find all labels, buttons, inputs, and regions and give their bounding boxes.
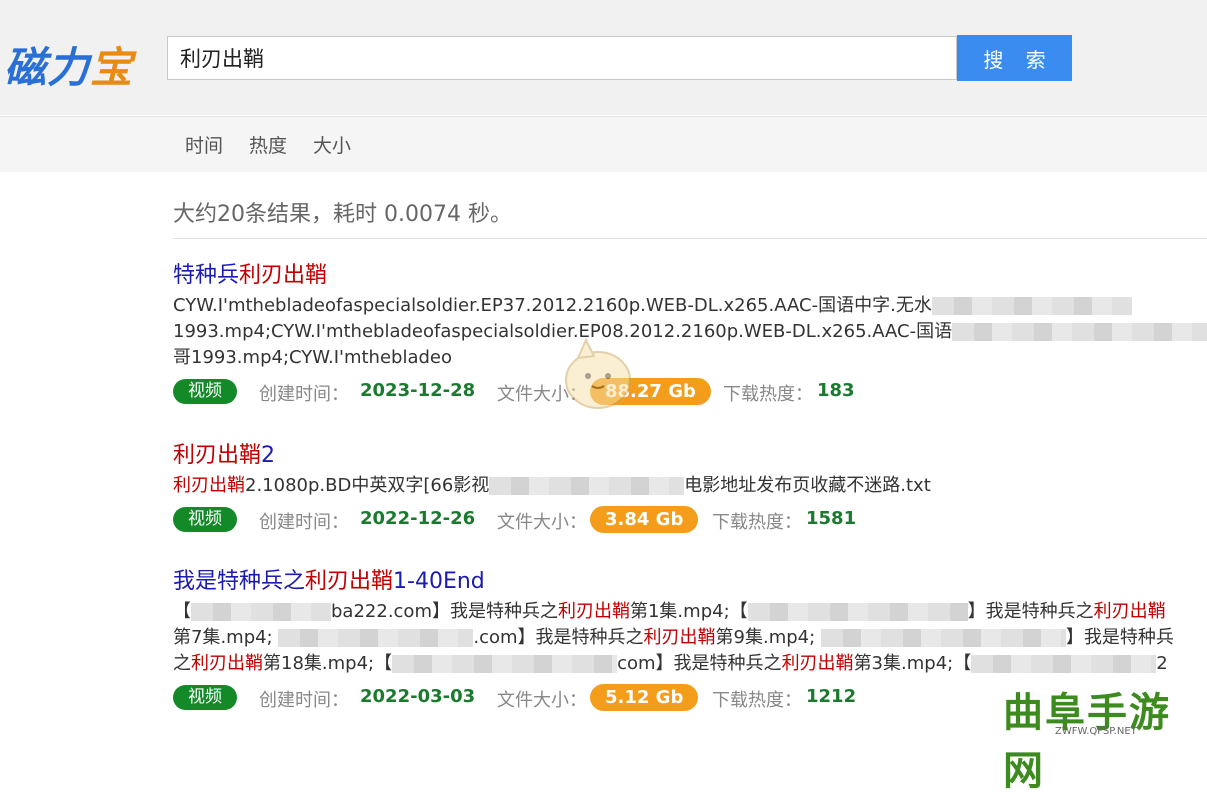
- search-button[interactable]: 搜 索: [957, 35, 1072, 81]
- result-title[interactable]: 特种兵利刃出鞘: [173, 261, 1207, 291]
- created-label: 创建时间：: [259, 384, 349, 405]
- title-prefix: 我是特种兵之: [173, 569, 306, 594]
- heat-value: 183: [817, 380, 855, 401]
- heat-label: 下载热度：: [712, 512, 802, 533]
- desc-text: 2.1080p.BD中英双字[66影视: [245, 475, 490, 496]
- sort-by-time[interactable]: 时间: [185, 131, 223, 158]
- category-badge[interactable]: 视频: [173, 379, 237, 404]
- desc-line: CYW.I'mthebladeofaspecialsoldier.EP37.20…: [173, 295, 932, 316]
- created-date: 2023-12-28: [360, 380, 476, 401]
- desc-text: 2: [1156, 653, 1168, 674]
- result-meta: 视频 创建时间： 2023-12-28 文件大小： 88.27 Gb 下载热度：…: [173, 377, 1207, 407]
- redacted-block: [820, 629, 1066, 647]
- desc-text: 【: [173, 601, 191, 622]
- desc-text: .com】我是特种兵之: [473, 627, 644, 648]
- desc-line: 哥1993.mp4;CYW.I'mthebladeo: [173, 347, 453, 368]
- desc-highlight: 利刃出鞘: [173, 475, 245, 496]
- desc-text: 第3集.mp4;【: [853, 653, 972, 674]
- desc-highlight: 利刃出鞘: [557, 601, 630, 622]
- size-label: 文件大小：: [497, 690, 587, 711]
- title-prefix: 特种兵: [173, 263, 240, 288]
- file-size-badge: 5.12 Gb: [590, 684, 699, 711]
- logo-text-part1: 磁力: [4, 43, 91, 92]
- redacted-block: [747, 603, 968, 621]
- desc-text: 电影地址发布页收藏不迷路.txt: [684, 475, 931, 496]
- desc-text: 第18集.mp4;【: [263, 653, 393, 674]
- result-meta: 视频 创建时间： 2022-12-26 文件大小： 3.84 Gb 下载热度： …: [173, 505, 1207, 535]
- title-highlight: 利刃出鞘: [239, 263, 328, 288]
- result-summary: 大约20条结果，耗时 0.0074 秒。: [173, 202, 512, 227]
- redacted-block: [278, 629, 474, 647]
- watermark-url: ZWFW.QFSP.NET: [1055, 726, 1137, 737]
- result-item: 利刃出鞘2 利刃出鞘2.1080p.BD中英双字[66影视 电影地址发布页收藏不迷…: [173, 441, 1207, 535]
- sort-bar: 时间 热度 大小: [0, 116, 1207, 172]
- result-title[interactable]: 我是特种兵之利刃出鞘1-40End: [173, 567, 1207, 597]
- desc-text: 】我是特种兵: [1065, 627, 1174, 648]
- redacted-block: [489, 477, 685, 495]
- redacted-block: [971, 655, 1157, 673]
- desc-text: ba222.com】我是特种兵之: [331, 601, 558, 622]
- watermark-logo: 曲阜手游网: [1003, 690, 1171, 794]
- result-item: 特种兵利刃出鞘 CYW.I'mthebladeofaspecialsoldier…: [173, 261, 1207, 407]
- category-badge[interactable]: 视频: [173, 685, 237, 710]
- search-input[interactable]: [167, 36, 957, 80]
- redacted-block: [952, 323, 1207, 341]
- redacted-block: [392, 655, 618, 673]
- desc-text: 第1集.mp4;【: [629, 601, 748, 622]
- category-badge[interactable]: 视频: [173, 507, 237, 532]
- result-title[interactable]: 利刃出鞘2: [173, 441, 1207, 471]
- redacted-block: [931, 297, 1132, 315]
- result-description: CYW.I'mthebladeofaspecialsoldier.EP37.20…: [173, 293, 1207, 371]
- result-description: 【ba222.com】我是特种兵之利刃出鞘第1集.mp4;【 】我是特种兵之利刃出…: [173, 599, 1207, 677]
- title-suffix: 1-40End: [393, 569, 485, 594]
- created-label: 创建时间：: [259, 512, 349, 533]
- file-size-badge: 3.84 Gb: [590, 506, 699, 533]
- size-label: 文件大小：: [497, 512, 587, 533]
- mascot-icon: [565, 337, 631, 409]
- title-highlight: 利刃出鞘: [173, 443, 262, 468]
- heat-label: 下载热度：: [723, 384, 813, 405]
- desc-text: 】我是特种兵之: [967, 601, 1094, 622]
- logo-text-part2: 宝: [90, 43, 134, 92]
- sort-by-heat[interactable]: 热度: [249, 131, 287, 158]
- result-description: 利刃出鞘2.1080p.BD中英双字[66影视 电影地址发布页收藏不迷路.txt: [173, 473, 1207, 499]
- divider: [173, 238, 1207, 239]
- title-suffix: 2: [261, 443, 276, 468]
- site-logo[interactable]: 磁力宝: [4, 34, 133, 95]
- desc-highlight: 利刃出鞘: [781, 653, 854, 674]
- header: 磁力宝 搜 索: [0, 0, 1207, 115]
- title-highlight: 利刃出鞘: [305, 569, 394, 594]
- heat-label: 下载热度：: [712, 690, 802, 711]
- desc-text: 第9集.mp4;: [715, 627, 821, 648]
- created-date: 2022-03-03: [360, 686, 476, 707]
- desc-highlight: 利刃出鞘: [191, 653, 263, 674]
- desc-highlight: 利刃出鞘: [643, 627, 716, 648]
- created-label: 创建时间：: [259, 690, 349, 711]
- heat-value: 1581: [806, 508, 857, 529]
- desc-text: com】我是特种兵之: [617, 653, 782, 674]
- heat-value: 1212: [806, 686, 857, 707]
- desc-text: 之: [173, 653, 191, 674]
- sort-by-size[interactable]: 大小: [313, 131, 351, 158]
- desc-highlight: 利刃出鞘: [1093, 601, 1166, 622]
- desc-text: 第7集.mp4;: [173, 627, 279, 648]
- created-date: 2022-12-26: [360, 508, 476, 529]
- redacted-block: [191, 603, 331, 621]
